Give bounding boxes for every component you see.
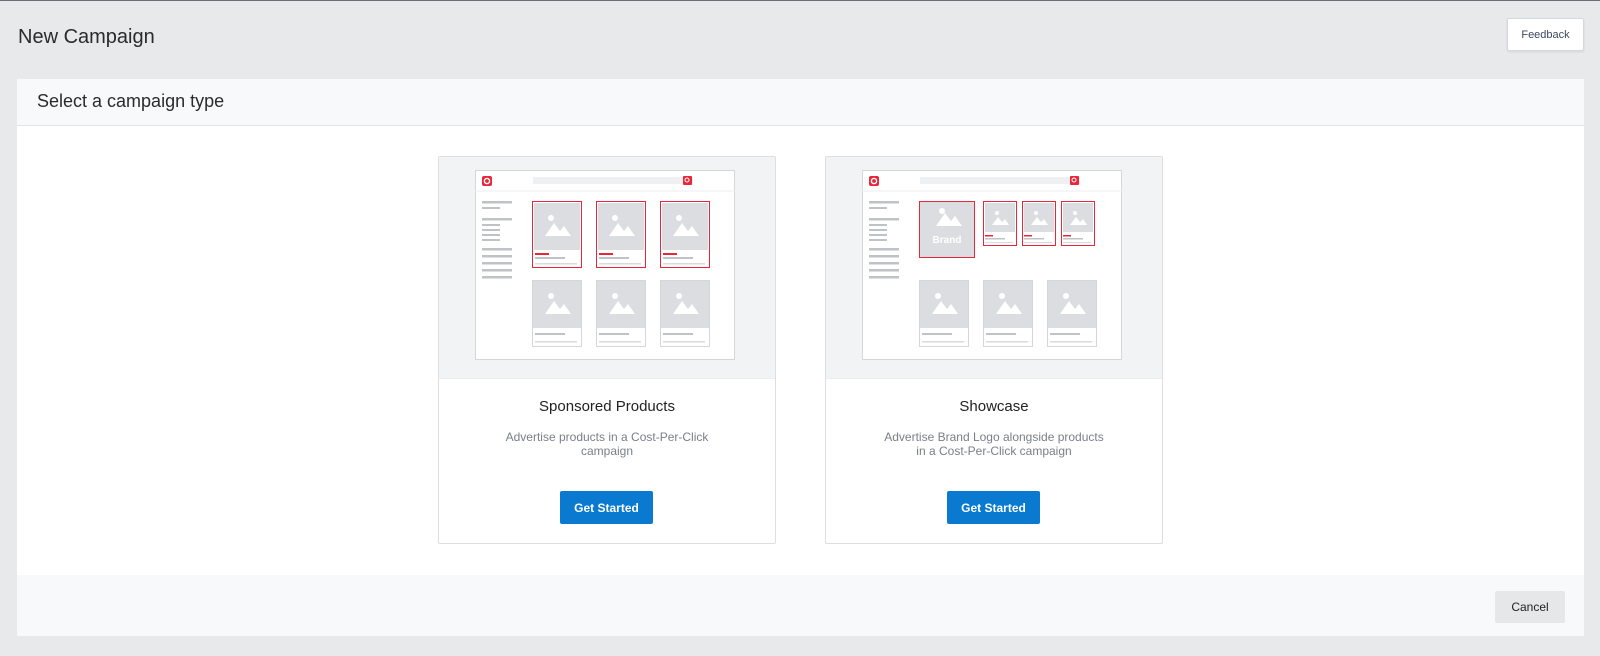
sponsored-products-preview	[439, 157, 775, 379]
search-icon	[1070, 176, 1079, 185]
panel-title: Select a campaign type	[37, 91, 225, 111]
card-description: Advertise products in a Cost-Per-Click c…	[505, 430, 709, 458]
search-icon	[683, 176, 692, 185]
feedback-button[interactable]: Feedback	[1507, 18, 1584, 51]
campaign-type-panel: Select a campaign type Sponsored Product…	[17, 79, 1584, 636]
panel-footer: Cancel	[17, 575, 1584, 636]
card-sponsored-products: Sponsored Products Advertise products in…	[438, 156, 776, 544]
showcase-illustration: Brand	[862, 170, 1122, 360]
card-showcase: Brand Showcase Advertise Brand Logo alon…	[825, 156, 1163, 544]
panel-header: Select a campaign type	[17, 79, 1584, 126]
card-title: Sponsored Products	[539, 398, 675, 415]
sponsored-products-illustration	[475, 170, 735, 360]
get-started-button-sponsored-products[interactable]: Get Started	[560, 491, 653, 524]
page-title: New Campaign	[18, 26, 155, 48]
card-title: Showcase	[959, 398, 1029, 415]
card-description: Advertise Brand Logo alongside products …	[884, 430, 1104, 458]
brand-label: Brand	[933, 235, 962, 246]
brand-tile: Brand	[919, 201, 975, 258]
cancel-button[interactable]: Cancel	[1495, 591, 1565, 623]
showcase-preview: Brand	[826, 157, 1162, 379]
logo-icon	[482, 176, 492, 186]
logo-icon	[869, 176, 879, 186]
page-header: New Campaign Feedback	[0, 1, 1600, 77]
get-started-button-showcase[interactable]: Get Started	[947, 491, 1040, 524]
